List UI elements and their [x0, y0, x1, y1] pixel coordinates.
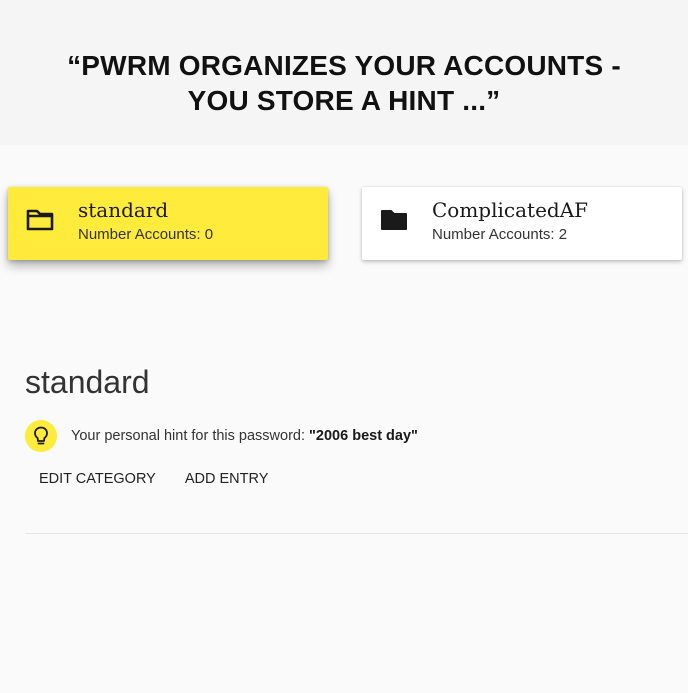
category-account-count: Number Accounts: 0 [78, 226, 214, 243]
divider [25, 533, 688, 534]
category-name: standard [78, 198, 169, 222]
edit-category-button[interactable]: EDIT CATEGORY [25, 465, 170, 493]
category-name: ComplicatedAF [432, 198, 589, 222]
category-actions: EDIT CATEGORY ADD ENTRY [25, 464, 282, 494]
add-entry-button[interactable]: ADD ENTRY [171, 465, 283, 493]
lightbulb-icon [34, 426, 48, 445]
category-card-complicatedaf[interactable]: ComplicatedAF Number Accounts: 2 [362, 187, 682, 260]
category-account-count: Number Accounts: 2 [432, 226, 568, 243]
headline-banner: “PWRM ORGANIZES YOUR ACCOUNTS - YOU STOR… [0, 0, 688, 145]
headline: “PWRM ORGANIZES YOUR ACCOUNTS - YOU STOR… [0, 48, 688, 118]
category-detail-title: standard [25, 364, 150, 400]
headline-line-1: “PWRM ORGANIZES YOUR ACCOUNTS - [67, 50, 621, 81]
hint-icon-badge [25, 420, 57, 452]
hint-prefix: Your personal hint for this password: [71, 428, 310, 444]
category-list: standard Number Accounts: 0 ComplicatedA… [0, 187, 688, 267]
headline-line-2: YOU STORE A HINT ...” [187, 85, 501, 116]
hint-text: Your personal hint for this password: "2… [71, 428, 418, 444]
category-card-standard[interactable]: standard Number Accounts: 0 [8, 187, 328, 260]
folder-outline-icon [26, 209, 54, 231]
password-hint-row: Your personal hint for this password: "2… [25, 420, 418, 452]
folder-filled-icon [381, 210, 407, 230]
hint-value: "2006 best day" [309, 428, 418, 444]
